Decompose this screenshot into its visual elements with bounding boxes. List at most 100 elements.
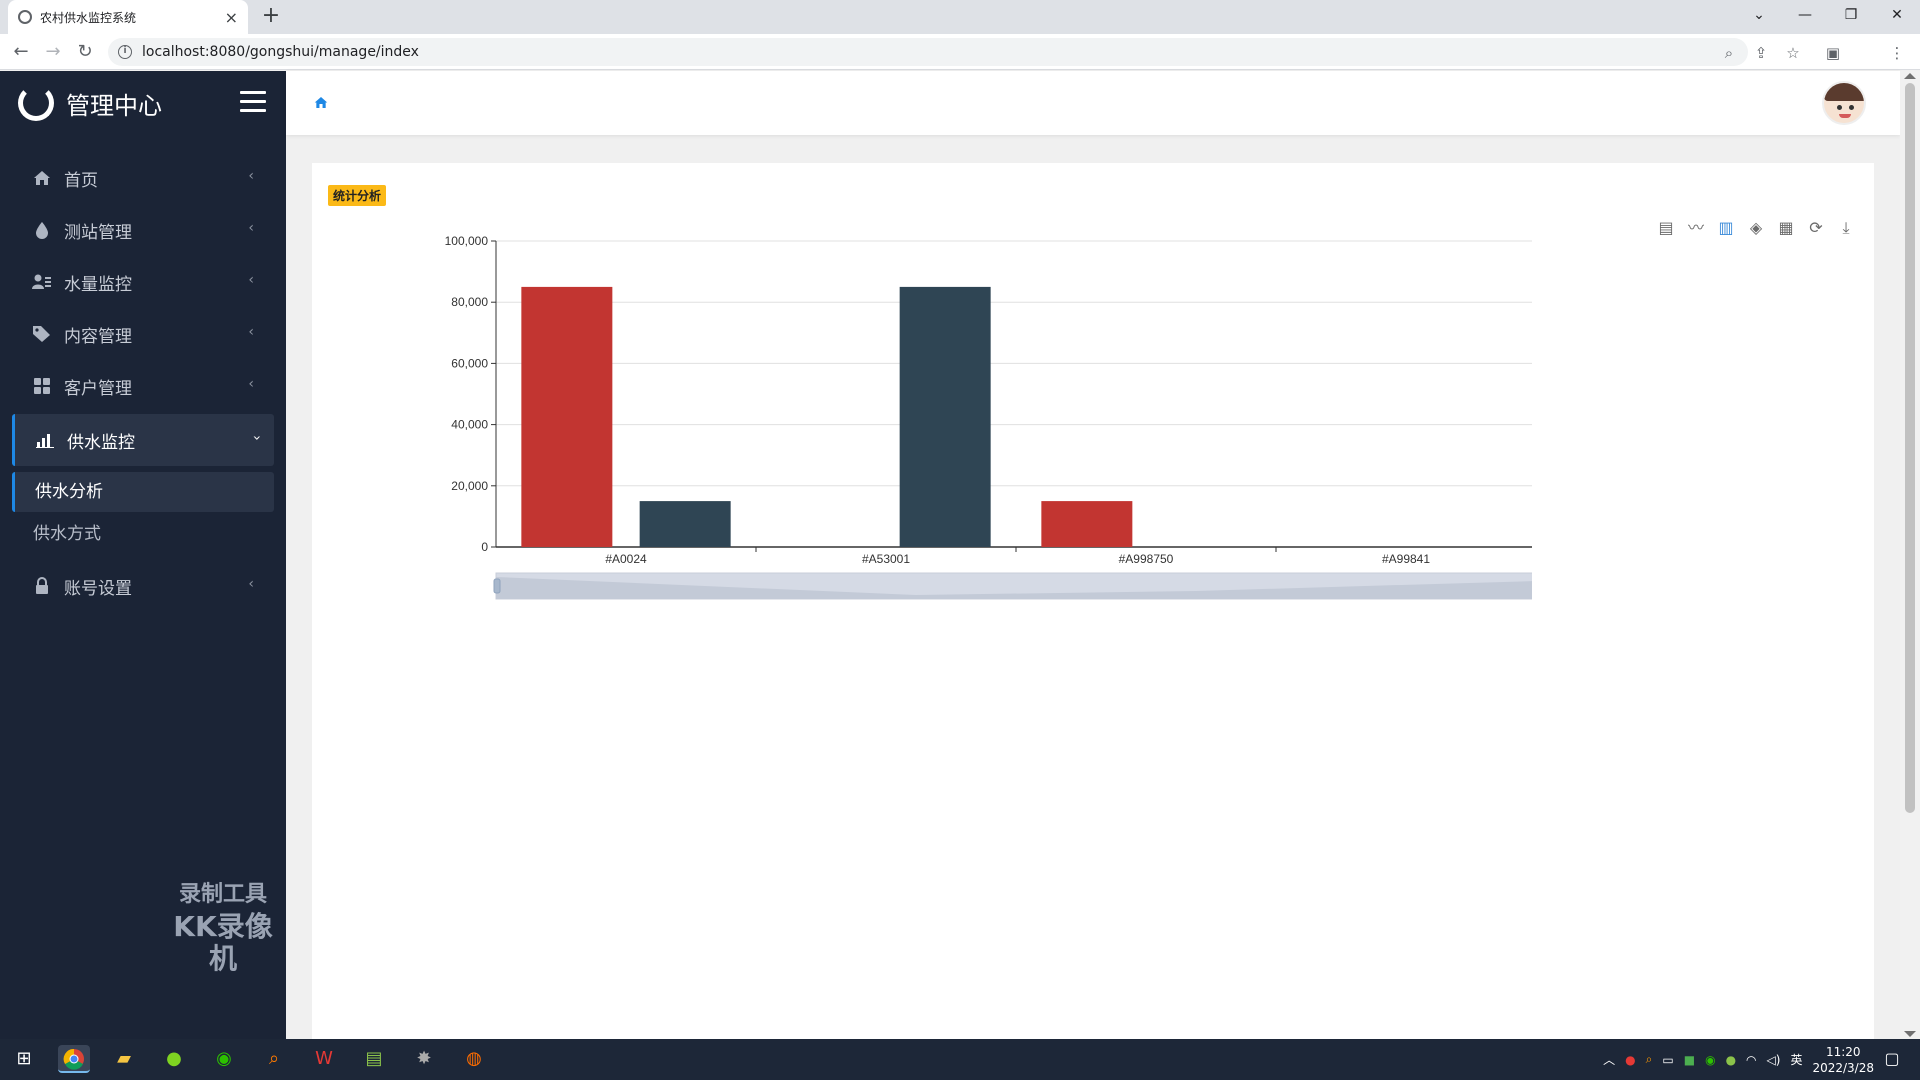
recorder-icon[interactable]: ◍ xyxy=(458,1045,490,1073)
tab-title: 农村供水监控系统 xyxy=(40,10,137,25)
tray-device-icon[interactable]: ▭ xyxy=(1662,1053,1673,1067)
user-avatar[interactable] xyxy=(1822,81,1866,125)
y-tick-label: 20,000 xyxy=(451,479,488,493)
site-info-icon[interactable]: i xyxy=(118,45,132,59)
tiled-icon[interactable]: ▦ xyxy=(1775,217,1797,239)
sidebar-item-home[interactable]: 首页 ‹ xyxy=(0,152,286,204)
clock[interactable]: 11:20 2022/3/28 xyxy=(1812,1044,1874,1076)
chevron-left-icon: ‹ xyxy=(248,168,254,184)
start-icon[interactable]: ⊞ xyxy=(8,1045,40,1073)
bookmark-star-icon[interactable]: ☆ xyxy=(1782,42,1804,64)
sidebar-item-label: 水量监控 xyxy=(64,274,132,295)
x-tick-label: #A998750 xyxy=(1119,552,1174,566)
tray-shield-icon[interactable]: ● xyxy=(1625,1053,1635,1067)
sidebar-item-supply-monitor[interactable]: 供水监控 ‹ xyxy=(12,414,274,466)
browser-tab[interactable]: 农村供水监控系统 × xyxy=(8,0,248,34)
chevron-left-icon: ‹ xyxy=(248,376,254,392)
sidebar-item-account[interactable]: 账号设置 ‹ xyxy=(0,560,286,612)
chevron-left-icon: ‹ xyxy=(248,324,254,340)
side-panel-icon[interactable]: ▣ xyxy=(1822,42,1844,64)
wechat-icon[interactable]: ◉ xyxy=(208,1045,240,1073)
tray-expand-icon[interactable]: ︿ xyxy=(1603,1051,1615,1068)
tray-volume-icon[interactable]: ◁) xyxy=(1767,1053,1781,1067)
bar xyxy=(521,286,613,547)
sidebar-item-content[interactable]: 内容管理 ‹ xyxy=(0,308,286,360)
scroll-thumb[interactable] xyxy=(1905,83,1915,813)
file-explorer-icon[interactable]: ▰ xyxy=(108,1045,140,1073)
line-chart-icon[interactable]: 〰 xyxy=(1685,217,1707,239)
datazoom-handle-left xyxy=(493,578,501,594)
x-tick-label: #A0024 xyxy=(605,552,647,566)
y-tick-label: 60,000 xyxy=(451,356,488,370)
bar xyxy=(639,501,731,547)
app-root: 管理中心 首页 ‹ 测站管理 ‹ 水量监控 ‹ 内容管理 ‹ 客户管理 ‹ 供水… xyxy=(0,71,1920,1039)
system-tray: ︿ ● ⌕ ▭ ■ ◉ ● ◠ ◁) 英 11:20 2022/3/28 xyxy=(1603,1039,1874,1080)
settings-app-icon[interactable]: ✸ xyxy=(408,1045,440,1073)
watermark-line1: 录制工具 xyxy=(178,882,267,907)
chrome-icon[interactable] xyxy=(58,1045,90,1073)
browser-menu-icon[interactable]: ⋮ xyxy=(1886,42,1908,64)
home-icon xyxy=(32,168,52,188)
address-bar: ← → ↻ i localhost:8080/gongshui/manage/i… xyxy=(0,34,1920,96)
sidebar-item-customers[interactable]: 客户管理 ‹ xyxy=(0,360,286,412)
drop-icon xyxy=(32,220,52,240)
app-leaf-icon[interactable]: ● xyxy=(158,1045,190,1073)
sidebar-item-label: 客户管理 xyxy=(64,378,132,399)
chevron-left-icon: ‹ xyxy=(248,272,254,288)
sidebar-menu-bottom: 账号设置 ‹ xyxy=(0,560,286,612)
download-icon[interactable]: ⤓ xyxy=(1835,217,1857,239)
data-view-icon[interactable]: ▤ xyxy=(1655,217,1677,239)
sidebar-item-label: 测站管理 xyxy=(64,222,132,243)
tray-wechat-icon[interactable]: ◉ xyxy=(1705,1053,1715,1067)
bar xyxy=(899,286,991,547)
share-icon[interactable]: ⇪ xyxy=(1750,42,1772,64)
back-button[interactable]: ← xyxy=(8,39,34,65)
y-tick-label: 80,000 xyxy=(451,295,488,309)
sidebar-menu: 首页 ‹ 测站管理 ‹ 水量监控 ‹ 内容管理 ‹ 客户管理 ‹ 供水监控 ‹ xyxy=(0,152,286,466)
sidebar-title: 管理中心 xyxy=(66,91,162,120)
reload-button[interactable]: ↻ xyxy=(72,39,98,65)
breadcrumb-home-icon[interactable] xyxy=(314,95,328,113)
ime-indicator[interactable]: 英 xyxy=(1790,1051,1802,1068)
lock-icon xyxy=(32,576,52,596)
sidebar-item-water-volume[interactable]: 水量监控 ‹ xyxy=(0,256,286,308)
submenu-item-supply-method[interactable]: 供水方式 xyxy=(0,514,286,554)
tray-search-icon[interactable]: ⌕ xyxy=(1646,1052,1653,1067)
menu-toggle-icon[interactable] xyxy=(240,91,266,113)
new-tab-button[interactable]: + xyxy=(258,4,284,30)
tray-wifi-icon[interactable]: ◠ xyxy=(1746,1053,1756,1067)
url-field[interactable]: i localhost:8080/gongshui/manage/index xyxy=(108,38,1748,66)
restore-icon[interactable]: ⟳ xyxy=(1805,217,1827,239)
bar-chart: 0 20,000 40,000 60,000 80,000 100,000 #A0024 #A… xyxy=(445,234,1532,600)
notifications-icon[interactable]: ▢ xyxy=(1876,1045,1908,1073)
stack-icon[interactable]: ◈ xyxy=(1745,217,1767,239)
bar-chart-icon xyxy=(35,430,55,450)
scroll-down-icon[interactable] xyxy=(1904,1031,1916,1037)
logo-icon xyxy=(18,85,54,121)
search-app-icon[interactable]: ⌕ xyxy=(258,1045,290,1073)
grid-icon xyxy=(32,376,52,396)
page-scrollbar[interactable] xyxy=(1900,71,1920,1039)
sidebar-item-stations[interactable]: 测站管理 ‹ xyxy=(0,204,286,256)
maximize-button[interactable]: ❐ xyxy=(1828,0,1874,30)
bar-chart-icon[interactable]: ▥ xyxy=(1715,217,1737,239)
scroll-up-icon[interactable] xyxy=(1904,73,1916,79)
chart-toolbox: ▤ 〰 ▥ ◈ ▦ ⟳ ⤓ xyxy=(1655,217,1857,239)
wps-icon[interactable]: W xyxy=(308,1045,340,1073)
submenu-item-supply-analysis[interactable]: 供水分析 xyxy=(12,472,274,512)
close-window-button[interactable]: ✕ xyxy=(1874,0,1920,30)
top-header xyxy=(286,71,1900,135)
x-tick-label: #A53001 xyxy=(862,552,910,566)
tab-close-button[interactable]: × xyxy=(225,8,238,27)
section-badge: 统计分析 xyxy=(328,185,387,206)
tab-search-icon[interactable]: ⌄ xyxy=(1736,0,1782,30)
y-tick-label: 40,000 xyxy=(451,418,488,432)
forward-button[interactable]: → xyxy=(40,39,66,65)
clock-time: 11:20 xyxy=(1825,1044,1861,1059)
zoom-icon[interactable]: ⌕ xyxy=(1718,42,1740,64)
notepad-icon[interactable]: ▤ xyxy=(358,1045,390,1073)
tray-chat-icon[interactable]: ● xyxy=(1726,1053,1736,1067)
minimize-button[interactable]: — xyxy=(1782,0,1828,30)
y-tick-label: 0 xyxy=(481,540,488,554)
tray-app-icon[interactable]: ■ xyxy=(1684,1053,1695,1067)
